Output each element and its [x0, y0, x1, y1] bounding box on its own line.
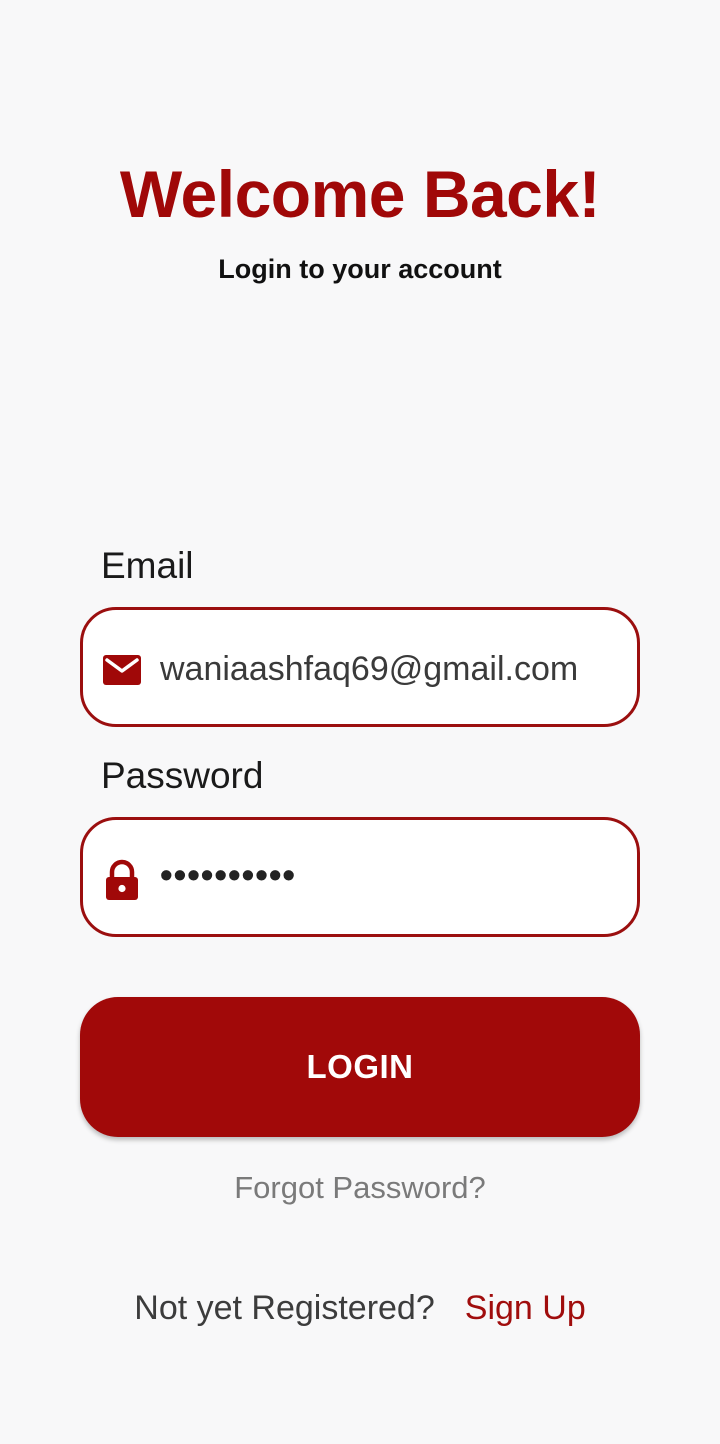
sign-up-link[interactable]: Sign Up	[465, 1289, 586, 1327]
mail-icon	[103, 655, 141, 685]
email-value[interactable]: waniaashfaq69@gmail.com	[160, 648, 578, 690]
email-field[interactable]: waniaashfaq69@gmail.com	[80, 607, 640, 727]
register-prompt-text: Not yet Registered?	[134, 1289, 435, 1327]
page-subtitle: Login to your account	[218, 254, 502, 284]
forgot-password-link[interactable]: Forgot Password?	[0, 1169, 720, 1207]
lock-icon	[106, 859, 138, 900]
email-label: Email	[101, 545, 194, 586]
password-label: Password	[101, 755, 264, 796]
register-prompt-row: Not yet Registered? Sign Up	[0, 1287, 720, 1329]
page-title: Welcome Back!	[119, 157, 601, 231]
login-button[interactable]: LOGIN	[80, 997, 640, 1137]
password-value[interactable]: ••••••••••	[160, 854, 296, 896]
password-field[interactable]: ••••••••••	[80, 817, 640, 937]
